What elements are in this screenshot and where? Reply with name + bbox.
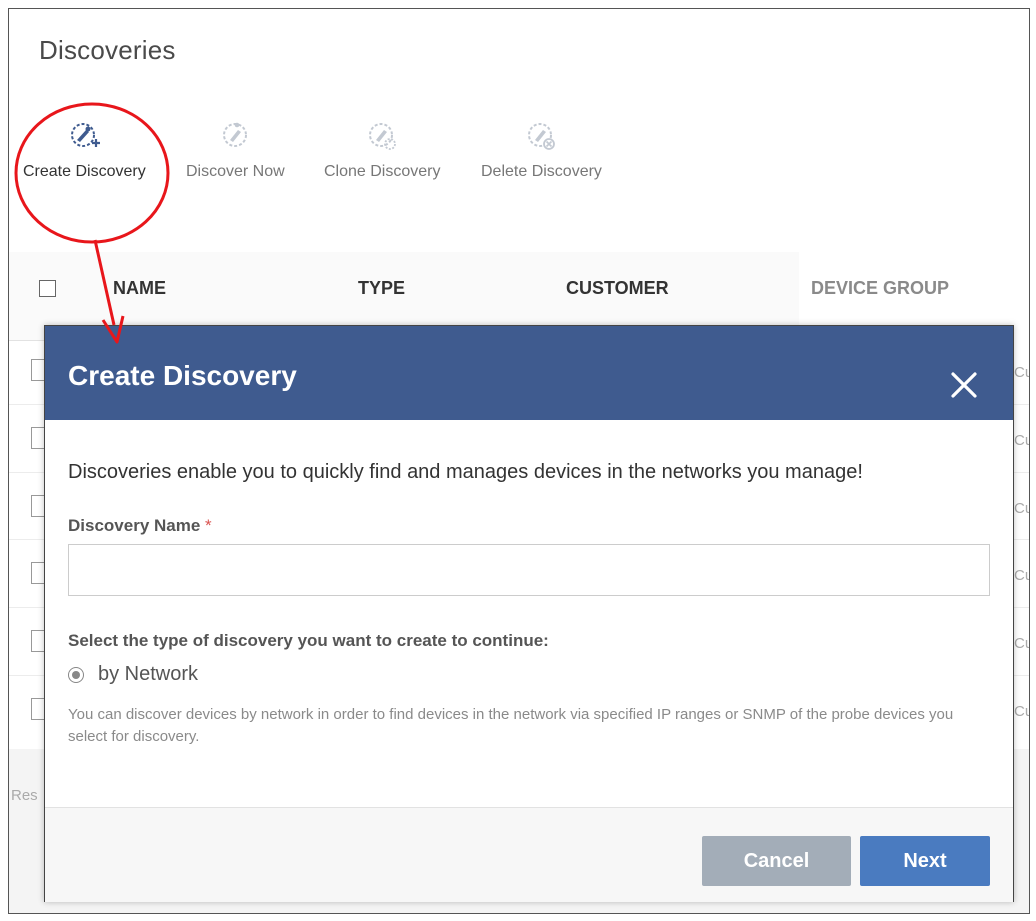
discovery-name-input[interactable] [68,544,990,596]
page-title: Discoveries [39,35,176,65]
next-button[interactable]: Next [860,836,990,886]
dialog-footer: Cancel Next [45,807,1013,902]
row-customer-cell: Cu [1014,567,1029,584]
by-network-label: by Network [98,663,199,685]
discovery-type-label: Select the type of discovery you want to… [68,631,549,650]
dialog-header: Create Discovery [45,326,1013,420]
create-discovery-dialog: Create Discovery Discoveries enable you … [44,325,1014,902]
discover-now-label: Discover Now [186,163,285,180]
row-customer-cell: Cu [1014,432,1029,449]
row-customer-cell: Cu [1014,364,1029,381]
column-device-group[interactable]: DEVICE GROUP [811,278,949,299]
radio-selected-dot [72,670,80,679]
dialog-title: Create Discovery [68,360,297,391]
required-marker: * [205,516,212,535]
column-type[interactable]: TYPE [358,278,405,299]
close-icon[interactable] [945,366,983,404]
create-discovery-button[interactable]: Create Discovery [23,117,146,181]
column-name[interactable]: NAME [113,278,166,299]
clone-discovery-icon [369,123,397,150]
discovery-name-label: Discovery Name * [68,516,212,536]
discover-now-button[interactable]: Discover Now [186,117,285,181]
column-customer[interactable]: CUSTOMER [566,278,669,299]
row-customer-cell: Cu [1014,703,1029,720]
discover-now-icon [223,122,248,147]
select-all-checkbox[interactable] [39,280,56,297]
discovery-name-label-text: Discovery Name [68,516,201,535]
delete-discovery-label: Delete Discovery [481,163,602,180]
by-network-option[interactable]: by Network [68,663,198,686]
delete-discovery-button[interactable]: Delete Discovery [481,117,602,181]
clone-discovery-button[interactable]: Clone Discovery [324,117,440,181]
row-customer-cell: Cu [1014,635,1029,652]
by-network-description: You can discover devices by network in o… [68,706,954,745]
create-discovery-icon [71,123,101,147]
delete-discovery-icon [528,123,556,150]
by-network-radio[interactable] [68,666,84,683]
dialog-intro-text: Discoveries enable you to quickly find a… [68,461,863,483]
cancel-button[interactable]: Cancel [702,836,851,886]
discoveries-panel: Discoveries Create Discovery Discover No… [8,8,1030,914]
row-customer-cell: Cu [1014,500,1029,517]
create-discovery-label: Create Discovery [23,163,146,180]
clone-discovery-label: Clone Discovery [324,163,441,180]
results-count-text: Res [11,787,38,804]
